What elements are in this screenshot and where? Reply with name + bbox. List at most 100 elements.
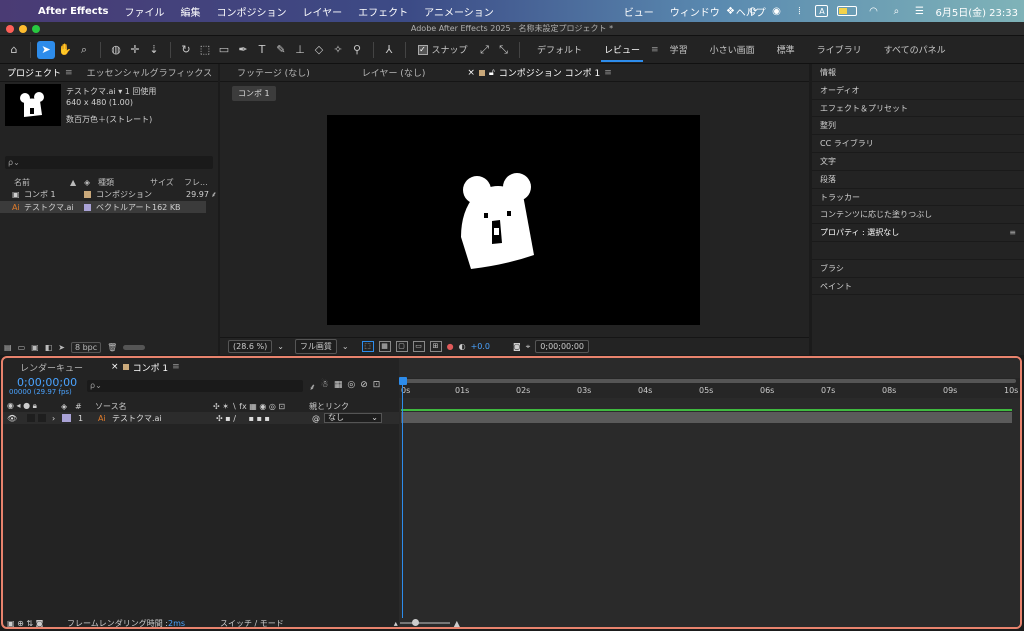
control-center-icon[interactable]: ☰ (912, 5, 926, 17)
panel-cc-libraries[interactable]: CC ライブラリ (812, 135, 1024, 153)
pen-tool-icon[interactable]: ✒ (234, 41, 252, 59)
playhead-line[interactable] (402, 383, 403, 618)
selection-tool-icon[interactable]: ➤ (37, 40, 55, 59)
column-name[interactable]: 名前 (14, 177, 70, 188)
panel-menu-icon[interactable]: ≡ (65, 68, 73, 78)
snap-option-icon[interactable]: ⤢ (476, 41, 494, 59)
solo-toggle[interactable] (38, 414, 46, 422)
snap-checkbox[interactable]: ✓ (417, 44, 428, 55)
workspace-all-panels[interactable]: すべてのパネル (873, 43, 957, 56)
eraser-tool-icon[interactable]: ◇ (310, 41, 328, 59)
battery-icon[interactable] (837, 6, 858, 16)
lock-icon[interactable]: 🔓︎ (489, 68, 495, 78)
brush-tool-icon[interactable]: ✎ (272, 41, 290, 59)
flowchart-icon[interactable]: ⸙ (211, 189, 217, 200)
puppet-pin-tool-icon[interactable]: ⚲ (348, 41, 366, 59)
menu-edit[interactable]: 編集 (172, 4, 208, 19)
workspace-libraries[interactable]: ライブラリ (806, 43, 873, 56)
composition-canvas[interactable] (327, 115, 700, 325)
panel-info[interactable]: 情報 (812, 64, 1024, 82)
snapshot-camera-icon[interactable]: ◙ (513, 342, 521, 351)
mask-visibility-icon[interactable]: ▢ (395, 341, 408, 352)
toggle-grid-icon[interactable]: ⊞ (429, 341, 442, 352)
search-icon[interactable]: ⌕ (889, 5, 903, 17)
label-column-icon[interactable]: ◈ (61, 402, 75, 411)
zoom-slider-knob[interactable] (411, 619, 419, 626)
sort-arrow-icon[interactable]: ▲ (70, 178, 84, 187)
tab-project[interactable]: プロジェクト ≡ (0, 66, 80, 80)
transparency-grid-icon[interactable]: ▦ (378, 341, 391, 352)
send-icon[interactable]: ➤ (58, 343, 65, 352)
audio-icon[interactable]: ⦙ (792, 5, 806, 17)
motion-blur-icon[interactable]: ◎ (347, 380, 355, 393)
show-snapshot-icon[interactable]: ⌖ (526, 342, 531, 352)
layer-switches[interactable]: ✣ ▪ ∕ ▪ ▪ ▪ (216, 414, 312, 423)
column-layer-number[interactable]: # (75, 402, 95, 411)
panel-brushes[interactable]: ブラシ (812, 260, 1024, 278)
label-color-swatch[interactable] (84, 203, 91, 211)
panel-character[interactable]: 文字 (812, 153, 1024, 171)
minimize-window-button[interactable] (19, 25, 27, 33)
project-item-row[interactable]: Ai テストクマ.ai ベクトルアート 162 KB (0, 201, 206, 213)
interpret-footage-icon[interactable]: ▤ (4, 343, 12, 352)
pick-whip-icon[interactable]: @ (312, 414, 320, 423)
menubar-clock[interactable]: 6月5日(金) 23:33 (935, 4, 1018, 19)
label-column-icon[interactable]: ◈ (84, 178, 98, 187)
timeline-search-input[interactable]: ρ⌄ (87, 380, 303, 392)
snap-toggle[interactable]: ✓ スナップ (417, 43, 468, 56)
graph-editor-icon[interactable]: ⊘ (360, 380, 368, 393)
draft-3d-icon[interactable]: ⊡ (373, 380, 381, 393)
column-type[interactable]: 種類 (98, 177, 150, 188)
panel-content-aware-fill[interactable]: コンテンツに応じた塗りつぶし (812, 206, 1024, 225)
color-channel-icon[interactable]: ● (447, 342, 454, 351)
menu-file[interactable]: ファイル (116, 4, 172, 19)
label-color-swatch[interactable] (84, 190, 91, 198)
close-tab-icon[interactable]: × (467, 68, 475, 78)
panel-properties[interactable]: プロパティ : 選択なし ≡ (812, 224, 1024, 242)
column-size[interactable]: サイズ (150, 177, 184, 188)
project-search-input[interactable]: ρ⌄ (5, 156, 213, 169)
pan-behind-tool-icon[interactable]: ⬚ (196, 41, 214, 59)
workspace-menu-icon[interactable]: ≡ (651, 45, 659, 55)
tab-footage[interactable]: フッテージ (なし) (230, 66, 317, 79)
menu-window[interactable]: ウィンドウ (662, 4, 728, 19)
workspace-learn[interactable]: 学習 (659, 43, 699, 56)
menu-effect[interactable]: エフェクト (350, 4, 416, 19)
panel-menu-icon[interactable]: ≡ (604, 68, 612, 78)
expand-chevron-icon[interactable]: › (52, 414, 62, 423)
layer-duration-bar[interactable] (401, 412, 1012, 423)
color-management-icon[interactable]: ◐ (459, 342, 466, 351)
panel-paragraph[interactable]: 段落 (812, 171, 1024, 189)
panel-effects-presets[interactable]: エフェクト＆プリセット (812, 100, 1024, 118)
workspace-review[interactable]: レビュー (593, 43, 651, 62)
column-parent-link[interactable]: 親とリンク (309, 401, 349, 412)
menu-view[interactable]: ビュー (616, 4, 662, 19)
zoom-window-button[interactable] (32, 25, 40, 33)
axis-mode-icon[interactable]: ⅄ (380, 41, 398, 59)
work-area-bar[interactable] (401, 379, 1016, 383)
hand-tool-icon[interactable]: ✋ (56, 41, 74, 59)
comp-navigator-tab[interactable]: コンポ 1 (232, 86, 276, 101)
bit-depth-button[interactable]: 8 bpc (70, 341, 102, 353)
snap-option-2-icon[interactable]: ⤡ (495, 41, 513, 59)
tab-render-queue[interactable]: レンダーキュー (13, 361, 90, 374)
pan-camera-icon[interactable]: ✛ (126, 41, 144, 59)
comp-flowchart-icon[interactable]: ⸙ (309, 380, 316, 393)
switches-modes-toggle[interactable]: スイッチ / モード (220, 618, 284, 628)
zoom-in-icon[interactable]: ▲ (454, 619, 460, 628)
new-composition-icon[interactable]: ▣ (31, 343, 39, 352)
timeline-layer-row[interactable]: 👁︎ › 1 Ai テストクマ.ai ✣ ▪ ∕ ▪ ▪ ▪ @ なし ⌄ (3, 412, 399, 424)
panel-audio[interactable]: オーディオ (812, 82, 1024, 100)
selected-item-name[interactable]: テストクマ.ai ▾ 1 回使用 (66, 86, 156, 97)
menu-composition[interactable]: コンポジション (208, 4, 294, 19)
panel-paint[interactable]: ペイント (812, 278, 1024, 296)
shy-layers-icon[interactable]: ☃ (321, 380, 329, 393)
orbit-camera-icon[interactable]: ◍ (107, 41, 125, 59)
workspace-small-screen[interactable]: 小さい画面 (699, 43, 766, 56)
home-icon[interactable]: ⌂ (5, 41, 23, 59)
exposure-value[interactable]: +0.0 (471, 342, 490, 351)
tab-composition[interactable]: × 🔓︎ コンポジション コンポ 1 ≡ (460, 66, 618, 80)
panel-menu-icon[interactable]: ≡ (1009, 224, 1016, 242)
tab-essential-graphics[interactable]: エッセンシャルグラフィックス (80, 66, 218, 79)
close-tab-icon[interactable]: × (111, 362, 119, 372)
